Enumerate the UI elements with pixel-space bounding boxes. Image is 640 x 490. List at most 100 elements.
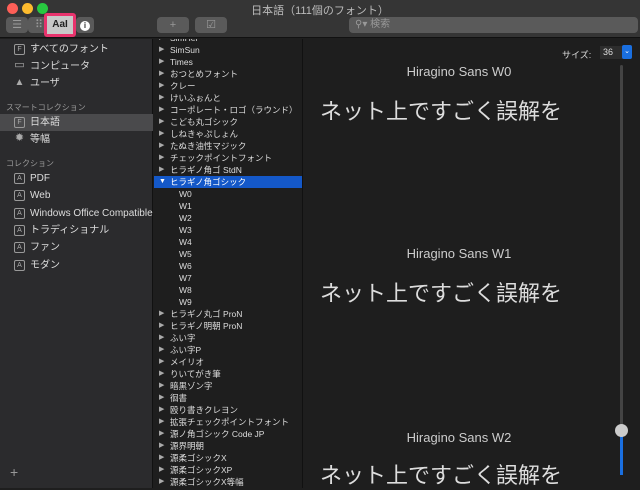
- font-weight-item[interactable]: W4: [154, 236, 302, 248]
- disclosure-closed-icon[interactable]: ▶: [159, 392, 164, 404]
- font-family-item[interactable]: ▶ ヒラギノ角ゴ StdN: [154, 164, 302, 176]
- font-family-item[interactable]: ▶ チェックポイントフォント: [154, 152, 302, 164]
- disclosure-closed-icon[interactable]: ▶: [159, 428, 164, 440]
- font-family-item[interactable]: ▶ 拡張チェックポイントフォント: [154, 416, 302, 428]
- sidebar-item-label: Windows Office Compatible: [30, 208, 153, 219]
- font-family-item[interactable]: ▶ Times: [154, 56, 302, 68]
- sidebar-item-all-fonts[interactable]: F すべてのフォント: [0, 41, 153, 58]
- font-weight-item[interactable]: W5: [154, 248, 302, 260]
- font-family-item[interactable]: ▶ ふい字: [154, 332, 302, 344]
- disclosure-closed-icon[interactable]: ▶: [159, 320, 164, 332]
- font-icon: F: [14, 117, 25, 128]
- disclosure-closed-icon[interactable]: ▶: [159, 44, 164, 56]
- sidebar-item-modern[interactable]: A モダン: [0, 257, 153, 274]
- sample-font-name: Hiragino Sans W0: [406, 64, 512, 79]
- font-weight-item[interactable]: W2: [154, 212, 302, 224]
- font-weight-item[interactable]: W1: [154, 200, 302, 212]
- list-view-button[interactable]: ☰: [6, 17, 28, 33]
- font-family-item[interactable]: ▶ こども丸ゴシック: [154, 116, 302, 128]
- disclosure-closed-icon[interactable]: ▶: [159, 464, 164, 476]
- disclosure-closed-icon[interactable]: ▶: [159, 452, 164, 464]
- disclosure-closed-icon[interactable]: ▶: [159, 56, 164, 68]
- disclosure-closed-icon[interactable]: ▶: [159, 332, 164, 344]
- size-dropdown-chevron-icon[interactable]: ⌄: [622, 45, 632, 59]
- size-slider-knob[interactable]: [615, 424, 628, 437]
- font-family-item[interactable]: ▶ メイリオ: [154, 356, 302, 368]
- font-family-item[interactable]: ▶ おつとめフォント: [154, 68, 302, 80]
- disclosure-closed-icon[interactable]: ▶: [159, 308, 164, 320]
- font-family-item[interactable]: ▶ クレー: [154, 80, 302, 92]
- disclosure-closed-icon[interactable]: ▶: [159, 152, 164, 164]
- sample-view-button[interactable]: AaI: [47, 16, 73, 34]
- font-family-item[interactable]: ▶ たぬき油性マジック: [154, 140, 302, 152]
- preview-pane: サイズ: 36 ⌄ Hiragino Sans W0 ネット上ですごく誤解を H…: [304, 39, 640, 488]
- font-family-item[interactable]: ▶ コーポレート・ロゴ（ラウンド）: [154, 104, 302, 116]
- font-family-item[interactable]: ▶ SimSun: [154, 44, 302, 56]
- font-family-item[interactable]: ▶ 暗黒ゾン字: [154, 380, 302, 392]
- disclosure-closed-icon[interactable]: ▶: [159, 356, 164, 368]
- disclosure-closed-icon[interactable]: ▶: [159, 164, 164, 176]
- font-family-item[interactable]: ▶ しねきゃぷしょん: [154, 128, 302, 140]
- sidebar-item-pdf[interactable]: A PDF: [0, 170, 153, 187]
- disclosure-closed-icon[interactable]: ▶: [159, 380, 164, 392]
- font-family-label: チェックポイントフォント: [170, 153, 273, 163]
- font-family-label: けいふぉんと: [170, 93, 222, 103]
- add-collection-button[interactable]: +: [10, 464, 18, 480]
- font-family-item[interactable]: ▶ 源ノ角ゴシック Code JP: [154, 428, 302, 440]
- font-family-label: 拡張チェックポイントフォント: [170, 417, 290, 427]
- font-family-item[interactable]: ▼ ヒラギノ角ゴシック: [154, 176, 302, 188]
- disclosure-closed-icon[interactable]: ▶: [159, 140, 164, 152]
- disclosure-closed-icon[interactable]: ▶: [159, 68, 164, 80]
- font-family-item[interactable]: ▶ 殴り書きクレヨン: [154, 404, 302, 416]
- font-weight-item[interactable]: W9: [154, 296, 302, 308]
- font-family-item[interactable]: ▶ 源界明朝: [154, 440, 302, 452]
- font-family-item[interactable]: ▶ ふい字P: [154, 344, 302, 356]
- sidebar-item-fun[interactable]: A ファン: [0, 239, 153, 256]
- size-label: サイズ:: [562, 50, 592, 60]
- font-weight-item[interactable]: W3: [154, 224, 302, 236]
- add-font-button[interactable]: +: [157, 17, 189, 33]
- sidebar-item-label: ファン: [30, 242, 60, 253]
- sidebar-item-user[interactable]: ▲ ユーザ: [0, 75, 153, 92]
- sidebar-item-japanese[interactable]: F 日本語: [0, 114, 153, 131]
- font-weight-item[interactable]: W0: [154, 188, 302, 200]
- collection-icon: A: [14, 190, 25, 201]
- disclosure-closed-icon[interactable]: ▶: [159, 80, 164, 92]
- sidebar-item-monospace[interactable]: ✹ 等幅: [0, 131, 153, 148]
- sidebar-item-computer[interactable]: ▭ コンピュータ: [0, 58, 153, 75]
- font-family-item[interactable]: ▶ けいふぉんと: [154, 92, 302, 104]
- font-family-item[interactable]: ▶ 源柔ゴシックX等幅: [154, 476, 302, 488]
- font-weight-item[interactable]: W6: [154, 260, 302, 272]
- sidebar-item-label: PDF: [30, 173, 50, 184]
- font-family-label: コーポレート・ロゴ（ラウンド）: [170, 105, 298, 115]
- size-slider[interactable]: [620, 65, 623, 475]
- sidebar-item-label: 等幅: [30, 134, 50, 145]
- disclosure-closed-icon[interactable]: ▶: [159, 476, 164, 488]
- font-family-item[interactable]: ▶ 源柔ゴシックXP: [154, 464, 302, 476]
- disclosure-closed-icon[interactable]: ▶: [159, 128, 164, 140]
- disclosure-closed-icon[interactable]: ▶: [159, 104, 164, 116]
- info-button[interactable]: i: [76, 17, 94, 33]
- disclosure-open-icon[interactable]: ▼: [159, 176, 166, 188]
- font-family-item[interactable]: ▶ 徊書: [154, 392, 302, 404]
- font-family-label: ヒラギノ丸ゴ ProN: [170, 309, 243, 319]
- font-weight-item[interactable]: W7: [154, 272, 302, 284]
- sidebar-item-web[interactable]: A Web: [0, 187, 153, 204]
- font-family-item[interactable]: ▶ 源柔ゴシックX: [154, 452, 302, 464]
- font-family-item[interactable]: ▶ ヒラギノ丸ゴ ProN: [154, 308, 302, 320]
- search-field[interactable]: ⚲▾ 検索: [349, 17, 638, 33]
- disclosure-closed-icon[interactable]: ▶: [159, 416, 164, 428]
- disclosure-closed-icon[interactable]: ▶: [159, 404, 164, 416]
- disclosure-closed-icon[interactable]: ▶: [159, 440, 164, 452]
- disclosure-closed-icon[interactable]: ▶: [159, 92, 164, 104]
- sidebar-item-traditional[interactable]: A トラディショナル: [0, 222, 153, 239]
- font-family-item[interactable]: ▶ りいてがき筆: [154, 368, 302, 380]
- font-weight-item[interactable]: W8: [154, 284, 302, 296]
- disclosure-closed-icon[interactable]: ▶: [159, 116, 164, 128]
- validate-font-button[interactable]: ☑: [195, 17, 227, 33]
- font-family-item[interactable]: ▶ ヒラギノ明朝 ProN: [154, 320, 302, 332]
- font-family-label: ヒラギノ角ゴ StdN: [170, 165, 242, 175]
- sidebar-item-windows-office[interactable]: A Windows Office Compatible: [0, 205, 153, 222]
- disclosure-closed-icon[interactable]: ▶: [159, 344, 164, 356]
- disclosure-closed-icon[interactable]: ▶: [159, 368, 164, 380]
